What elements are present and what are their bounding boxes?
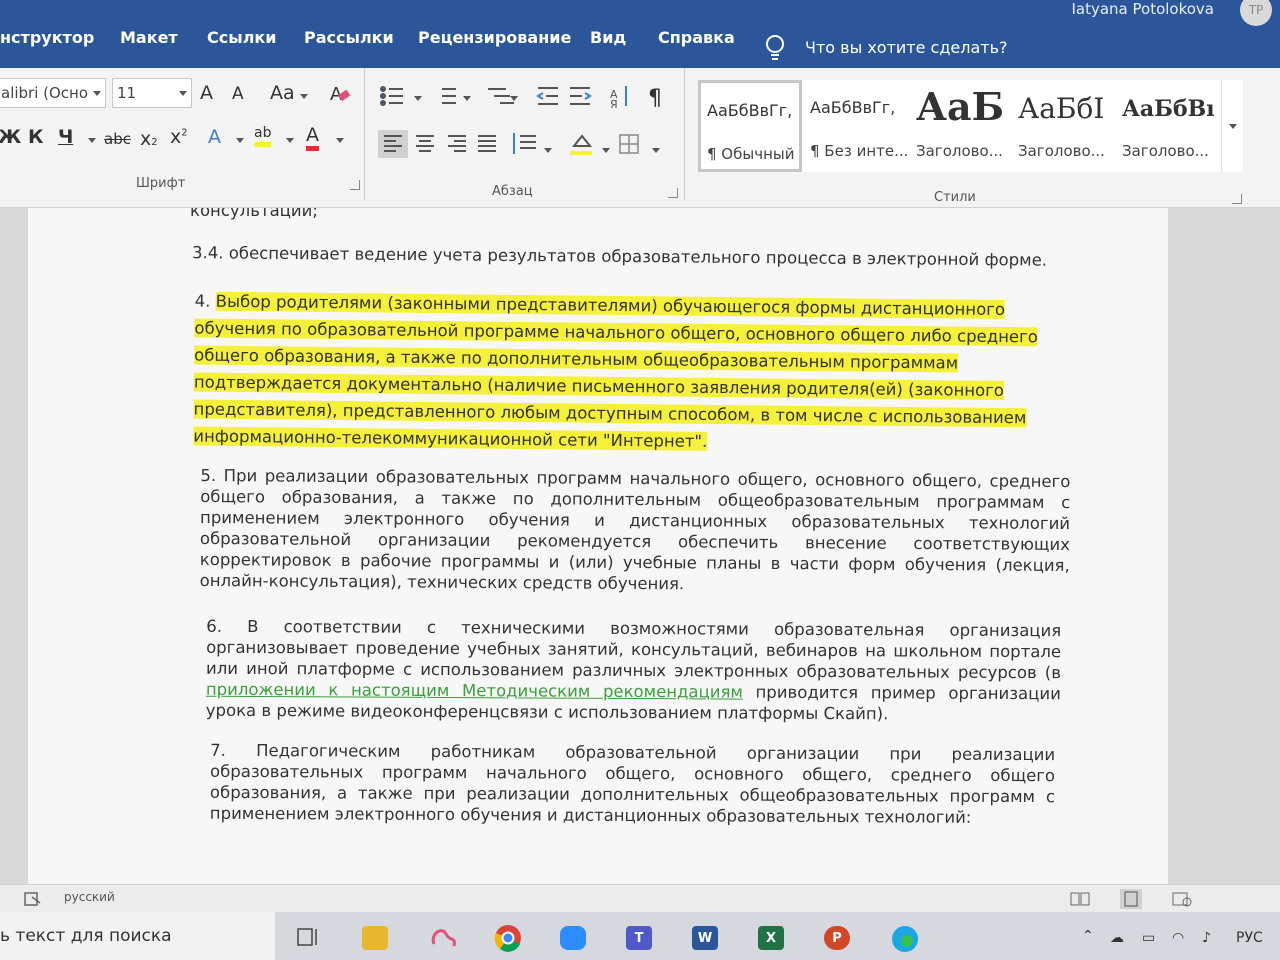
change-case-button[interactable]: Aa [270, 82, 295, 104]
zoom-icon[interactable] [560, 926, 586, 950]
style-heading-3[interactable]: АаБбВı Заголово... [1116, 80, 1216, 172]
shading-icon[interactable] [570, 134, 593, 155]
language-indicator[interactable]: русский [64, 890, 115, 904]
word-icon[interactable]: W [692, 926, 718, 950]
keyboard-language[interactable]: РУС [1236, 930, 1263, 946]
document-area: консультаций; 3.4. обеспечивает ведение … [0, 208, 1280, 884]
highlighted-text: Выбор родителями (законными представител… [193, 291, 1038, 451]
styles-group-label: Стили [934, 190, 976, 205]
divider [684, 68, 685, 200]
sort-icon[interactable]: A Я [610, 86, 627, 111]
battery-icon[interactable]: ▭ [1142, 930, 1155, 946]
font-dialog-launcher[interactable] [350, 180, 360, 190]
avatar[interactable]: TP [1240, 0, 1272, 26]
tab-design[interactable]: нструктор [0, 28, 94, 47]
volume-icon[interactable]: ♪ [1202, 930, 1211, 946]
chevron-up-icon[interactable]: ⌃ [1082, 928, 1094, 944]
increase-indent-icon[interactable] [570, 87, 592, 105]
tab-view[interactable]: Вид [590, 28, 626, 47]
tab-layout[interactable]: Макет [120, 28, 178, 47]
appendix-link[interactable]: приложении к настоящим Методическим реко… [206, 680, 743, 702]
bold-button[interactable]: Ж [0, 126, 21, 148]
tab-review[interactable]: Рецензирование [418, 28, 571, 47]
paragraph-7: 7. Педагогическим работникам образовател… [209, 740, 1056, 827]
style-heading-2[interactable]: АаБбІ Заголово... [1012, 80, 1114, 172]
taskbar: ь текст для поиска T W X P ⌃ ☁ ▭ ◠ ♪ РУС [0, 912, 1280, 960]
powerpoint-icon[interactable]: P [824, 926, 850, 950]
divider [364, 68, 365, 200]
superscript-button[interactable]: x2 [170, 126, 188, 148]
highlight-button[interactable]: ab [254, 124, 272, 147]
paragraph-4: 4. Выбор родителями (законными представи… [193, 291, 1038, 451]
tell-me-search[interactable]: Что вы хотите сделать? [805, 38, 1008, 57]
borders-icon[interactable] [619, 134, 639, 154]
paragraph-5: 5. При реализации образовательных програ… [199, 465, 1071, 594]
font-group-label: Шрифт [136, 176, 186, 191]
underline-button[interactable]: Ч [58, 126, 73, 148]
excel-icon[interactable]: X [758, 926, 784, 950]
strikethrough-button[interactable]: abc [104, 130, 131, 148]
tab-references[interactable]: Ссылки [207, 28, 276, 47]
decrease-indent-icon[interactable] [536, 87, 558, 105]
paragraph-6: 6. В соответствии с техническими возможн… [205, 616, 1062, 724]
font-color-button[interactable]: A [306, 124, 319, 151]
web-layout-icon[interactable] [1172, 891, 1192, 907]
paragraph-list-row: A Я [380, 86, 627, 111]
styles-dialog-launcher[interactable] [1232, 194, 1242, 204]
tab-mailings[interactable]: Рассылки [304, 28, 394, 47]
task-view-icon[interactable] [296, 926, 320, 948]
paint-3d-icon[interactable] [428, 924, 458, 952]
numbering-icon[interactable] [442, 88, 456, 104]
status-bar: русский [0, 884, 1280, 912]
edge-icon[interactable] [890, 924, 920, 954]
ribbon: alibri (Осно 11 A A Aa A Ж К Ч abc x2 x2… [0, 68, 1280, 208]
teams-icon[interactable]: T [626, 926, 652, 950]
chevron-down-icon [1229, 124, 1237, 129]
ribbon-tab-bar: нструктор Макет Ссылки Рассылки Рецензир… [0, 0, 1280, 68]
read-mode-icon[interactable] [1070, 891, 1090, 907]
wifi-icon[interactable]: ◠ [1172, 930, 1184, 946]
user-name[interactable]: Iatyana Potolokova [1071, 0, 1214, 18]
style-heading-1[interactable]: АаБ Заголово... [910, 80, 1010, 172]
font-size-select[interactable]: 11 [112, 78, 192, 108]
document-page[interactable]: консультаций; 3.4. обеспечивает ведение … [28, 208, 1168, 884]
align-left-icon[interactable] [378, 130, 408, 158]
paragraph-consultations: консультаций; [190, 208, 318, 220]
styles-gallery: АаБбВвГг, ¶ Обычный АаБбВвГг, ¶ Без инте… [698, 80, 1243, 172]
tab-help[interactable]: Справка [658, 28, 735, 47]
clear-formatting-icon[interactable]: A [328, 82, 352, 106]
bullets-icon[interactable] [380, 86, 403, 106]
style-normal[interactable]: АаБбВвГг, ¶ Обычный [698, 80, 802, 172]
svg-text:Я: Я [610, 98, 618, 111]
chrome-icon[interactable] [494, 924, 522, 952]
subscript-button[interactable]: x2 [140, 128, 158, 150]
file-explorer-icon[interactable] [362, 926, 388, 950]
paragraph-group-label: Абзац [492, 184, 533, 199]
paragraph-3-4: 3.4. обеспечивает ведение учета результа… [191, 243, 1048, 270]
paragraph-align-row [378, 130, 639, 158]
show-formatting-button[interactable]: ¶ [648, 86, 662, 111]
cloud-icon[interactable]: ☁ [1110, 930, 1124, 946]
font-name-select[interactable]: alibri (Осно [0, 78, 106, 108]
shrink-font-button[interactable]: A [232, 84, 244, 104]
lightbulb-icon[interactable] [762, 34, 788, 62]
text-effects-button[interactable]: A [208, 126, 221, 148]
italic-button[interactable]: К [28, 126, 44, 148]
proofing-icon[interactable] [24, 891, 42, 907]
grow-font-button[interactable]: A [200, 82, 213, 104]
style-no-spacing[interactable]: АаБбВвГг, ¶ Без инте... [804, 80, 908, 172]
taskbar-search-input[interactable]: ь текст для поиска [0, 912, 275, 960]
styles-scrollbar[interactable] [1221, 80, 1243, 172]
paragraph-dialog-launcher[interactable] [668, 188, 678, 198]
print-layout-icon[interactable] [1120, 889, 1142, 909]
